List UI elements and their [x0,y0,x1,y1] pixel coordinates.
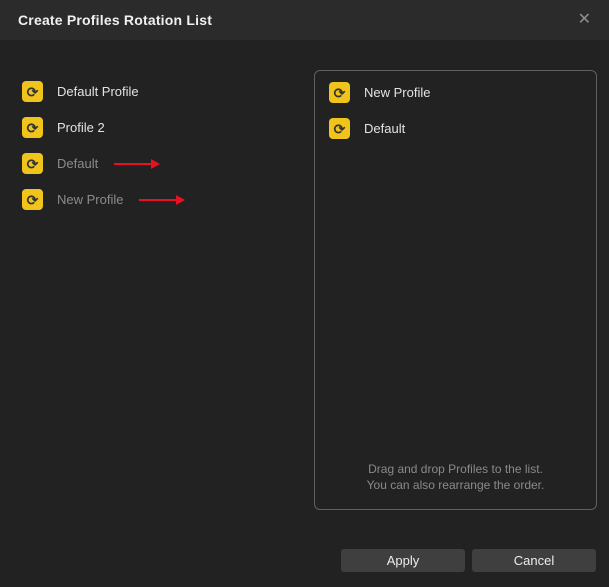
profile-item-label: Profile 2 [57,120,105,135]
hint-line-2: You can also rearrange the order. [366,477,545,492]
rotate-glyph: ⟳ [26,83,39,100]
rotation-list-panel[interactable]: ⟳ New Profile ⟳ Default Drag and drop Pr… [314,70,597,510]
profile-item-profile-2[interactable]: ⟳ Profile 2 [22,117,302,138]
profile-item-label: New Profile [57,192,124,207]
apply-button[interactable]: Apply [341,549,465,572]
dialog-titlebar: Create Profiles Rotation List ✕ [0,0,609,40]
rotation-list-items: ⟳ New Profile ⟳ Default [315,71,596,139]
create-profiles-rotation-dialog: Create Profiles Rotation List ✕ ⟳ Defaul… [0,0,609,587]
drag-drop-hint: Drag and drop Profiles to the list. You … [315,461,596,493]
close-icon[interactable]: ✕ [578,12,591,28]
dialog-body: ⟳ Default Profile ⟳ Profile 2 ⟳ Default … [0,40,609,587]
profile-rotate-icon: ⟳ [329,82,350,103]
rotate-glyph: ⟳ [26,191,39,208]
rotate-glyph: ⟳ [26,155,39,172]
cancel-button[interactable]: Cancel [472,549,596,572]
profile-item-default-profile[interactable]: ⟳ Default Profile [22,81,302,102]
profile-item-new-profile[interactable]: ⟳ New Profile [22,189,302,210]
profile-item-default[interactable]: ⟳ Default [22,153,302,174]
rotation-item-label: Default [364,121,406,136]
available-profiles-list: ⟳ Default Profile ⟳ Profile 2 ⟳ Default … [22,81,302,225]
profile-rotate-icon: ⟳ [22,153,43,174]
red-arrow-icon [139,194,186,205]
profile-rotate-icon: ⟳ [22,81,43,102]
profile-rotate-icon: ⟳ [329,118,350,139]
dialog-button-row: Apply Cancel [341,549,596,572]
dialog-title: Create Profiles Rotation List [18,12,213,28]
rotation-item-label: New Profile [364,85,431,100]
hint-line-1: Drag and drop Profiles to the list. [368,461,543,476]
rotate-glyph: ⟳ [333,120,346,137]
rotate-glyph: ⟳ [26,119,39,136]
rotation-item-default[interactable]: ⟳ Default [329,118,584,139]
rotation-item-new-profile[interactable]: ⟳ New Profile [329,82,584,103]
red-arrow-icon [114,158,161,169]
profile-rotate-icon: ⟳ [22,189,43,210]
rotate-glyph: ⟳ [333,84,346,101]
profile-rotate-icon: ⟳ [22,117,43,138]
profile-item-label: Default Profile [57,84,139,99]
profile-item-label: Default [57,156,99,171]
